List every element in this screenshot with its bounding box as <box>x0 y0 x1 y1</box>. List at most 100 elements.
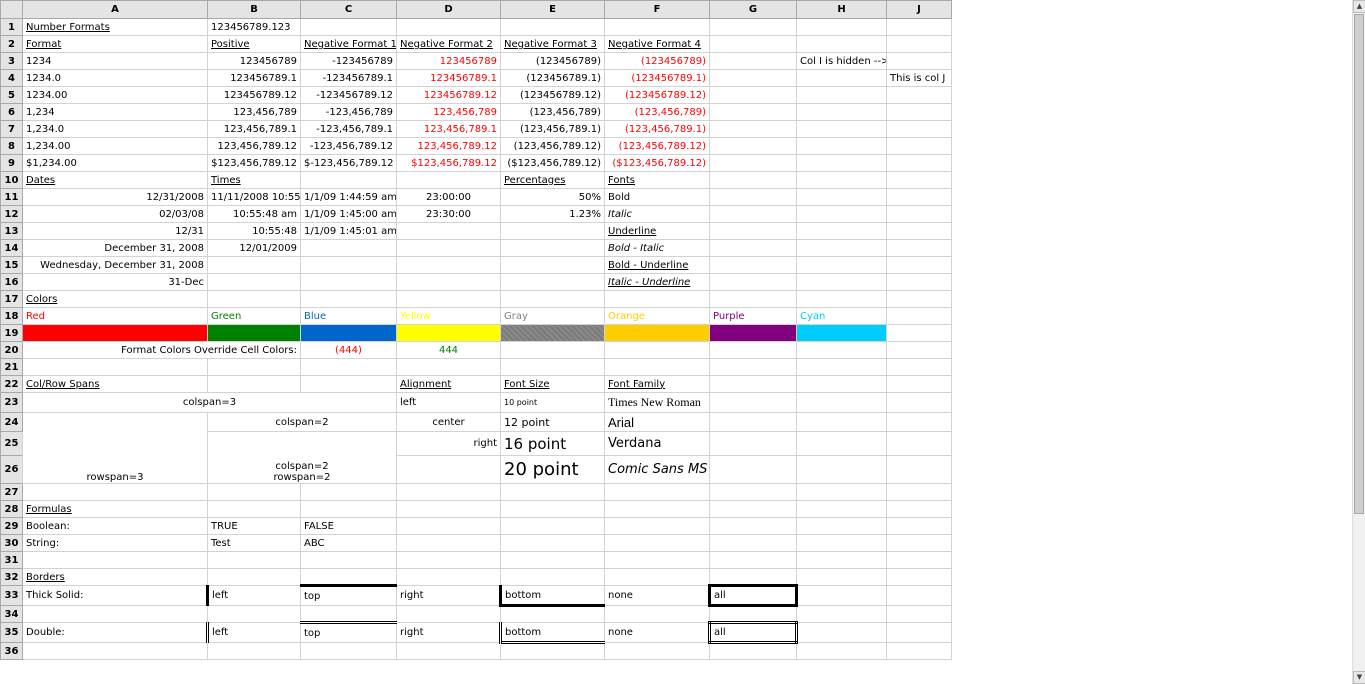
row-header[interactable]: 7 <box>0 120 23 138</box>
cell[interactable] <box>796 290 887 308</box>
color-label-yellow[interactable]: Yellow <box>396 307 501 325</box>
cell[interactable]: (123,456,789) <box>604 103 710 121</box>
cell[interactable]: 123456789.1 <box>396 69 501 87</box>
cell[interactable]: (123,456,789.1) <box>604 120 710 138</box>
scroll-up-arrow-icon[interactable]: ▲ <box>1353 0 1365 13</box>
cell[interactable]: December 31, 2008 <box>22 239 208 257</box>
cell[interactable]: 1/1/09 1:44:59 am <box>300 188 397 206</box>
cell[interactable] <box>300 358 397 376</box>
cell[interactable]: ABC <box>300 534 397 552</box>
cell[interactable] <box>709 551 797 569</box>
cell[interactable] <box>796 392 887 413</box>
cell[interactable]: 12/31 <box>22 222 208 240</box>
cell[interactable]: ($123,456,789.12) <box>604 154 710 172</box>
cell[interactable]: -123,456,789 <box>300 103 397 121</box>
color-swatch-green[interactable] <box>207 324 301 342</box>
cell-border-double-all[interactable]: all <box>708 621 798 644</box>
cell-border-double-bottom[interactable]: bottom <box>500 622 605 644</box>
cell[interactable] <box>709 120 797 138</box>
cell[interactable] <box>886 534 952 552</box>
cell[interactable]: Underline <box>604 222 710 240</box>
cell[interactable] <box>886 585 952 606</box>
cell[interactable]: FALSE <box>300 517 397 535</box>
cell[interactable]: 23:30:00 <box>396 205 501 223</box>
col-header-a[interactable]: A <box>22 0 208 19</box>
cell[interactable] <box>22 605 208 623</box>
col-header-g[interactable]: G <box>709 0 797 19</box>
cell[interactable] <box>796 605 887 623</box>
cell[interactable]: 31-Dec <box>22 273 208 291</box>
cell[interactable] <box>886 154 952 172</box>
cell[interactable] <box>500 568 605 586</box>
cell[interactable] <box>500 551 605 569</box>
cell-border-thick-none[interactable]: none <box>604 585 710 606</box>
cell[interactable] <box>796 431 887 456</box>
cell[interactable] <box>396 273 501 291</box>
cell[interactable]: 123456789 <box>396 52 501 70</box>
cell[interactable] <box>207 273 301 291</box>
cell-fontsize-title[interactable]: Font Size <box>500 375 605 393</box>
cell[interactable] <box>709 392 797 413</box>
cell-align-left[interactable]: left <box>396 392 501 413</box>
row-header[interactable]: 14 <box>0 239 23 257</box>
cell[interactable]: 123,456,789.1 <box>207 120 301 138</box>
cell[interactable] <box>886 273 952 291</box>
cell[interactable] <box>604 534 710 552</box>
cell[interactable] <box>709 69 797 87</box>
cell[interactable] <box>396 222 501 240</box>
cell[interactable] <box>709 341 797 359</box>
scrollbar-thumb[interactable] <box>1354 14 1364 514</box>
color-swatch-orange[interactable] <box>604 324 710 342</box>
cell[interactable]: 123456789.12 <box>396 86 501 104</box>
cell[interactable] <box>886 483 952 501</box>
col-header-e[interactable]: E <box>500 0 605 19</box>
cell-border-double-right[interactable]: right <box>396 622 502 643</box>
cell[interactable] <box>709 358 797 376</box>
cell[interactable] <box>207 358 301 376</box>
cell[interactable] <box>796 622 887 643</box>
row-header[interactable]: 30 <box>0 534 23 552</box>
cell[interactable] <box>396 534 501 552</box>
cell[interactable]: 11/11/2008 10:55 <box>207 188 301 206</box>
cell-override-red[interactable]: (444) <box>300 341 397 359</box>
row-header[interactable]: 3 <box>0 52 23 70</box>
cell[interactable] <box>796 412 887 432</box>
cell[interactable]: Thick Solid: <box>22 585 208 606</box>
cell[interactable] <box>500 500 605 518</box>
cell[interactable] <box>300 483 397 501</box>
row-header[interactable]: 36 <box>0 642 23 660</box>
row-header[interactable]: 9 <box>0 154 23 172</box>
cell[interactable] <box>500 358 605 376</box>
cell-size12[interactable]: 12 point <box>500 412 605 432</box>
cell[interactable] <box>796 86 887 104</box>
col-header-j[interactable]: J <box>886 0 952 19</box>
cell[interactable] <box>886 239 952 257</box>
cell[interactable] <box>604 605 710 623</box>
cell[interactable] <box>396 18 501 36</box>
color-label-orange[interactable]: Orange <box>604 307 710 325</box>
cell[interactable]: 12/01/2009 <box>207 239 301 257</box>
cell[interactable]: 123,456,789.1 <box>396 120 501 138</box>
cell[interactable] <box>796 455 887 484</box>
cell-font-arial[interactable]: Arial <box>604 412 710 432</box>
cell[interactable] <box>300 568 397 586</box>
cell[interactable] <box>709 86 797 104</box>
cell[interactable] <box>796 585 887 606</box>
row-header[interactable]: 19 <box>0 324 23 342</box>
cell-percentages-title[interactable]: Percentages <box>500 171 605 189</box>
cell-times-title[interactable]: Times <box>207 171 301 189</box>
cell[interactable]: Negative Format 1 <box>300 35 397 53</box>
cell[interactable]: (123456789) <box>604 52 710 70</box>
cell[interactable]: Italic - Underline <box>604 273 710 291</box>
row-header[interactable]: 28 <box>0 500 23 518</box>
cell[interactable] <box>709 605 797 623</box>
cell-col-j[interactable]: This is col J <box>886 69 952 87</box>
cell-size16[interactable]: 16 point <box>500 431 605 456</box>
cell[interactable] <box>396 239 501 257</box>
cell[interactable] <box>604 483 710 501</box>
cell[interactable] <box>886 18 952 36</box>
cell[interactable] <box>300 642 397 660</box>
cell[interactable] <box>300 551 397 569</box>
cell[interactable] <box>796 534 887 552</box>
cell[interactable] <box>796 500 887 518</box>
